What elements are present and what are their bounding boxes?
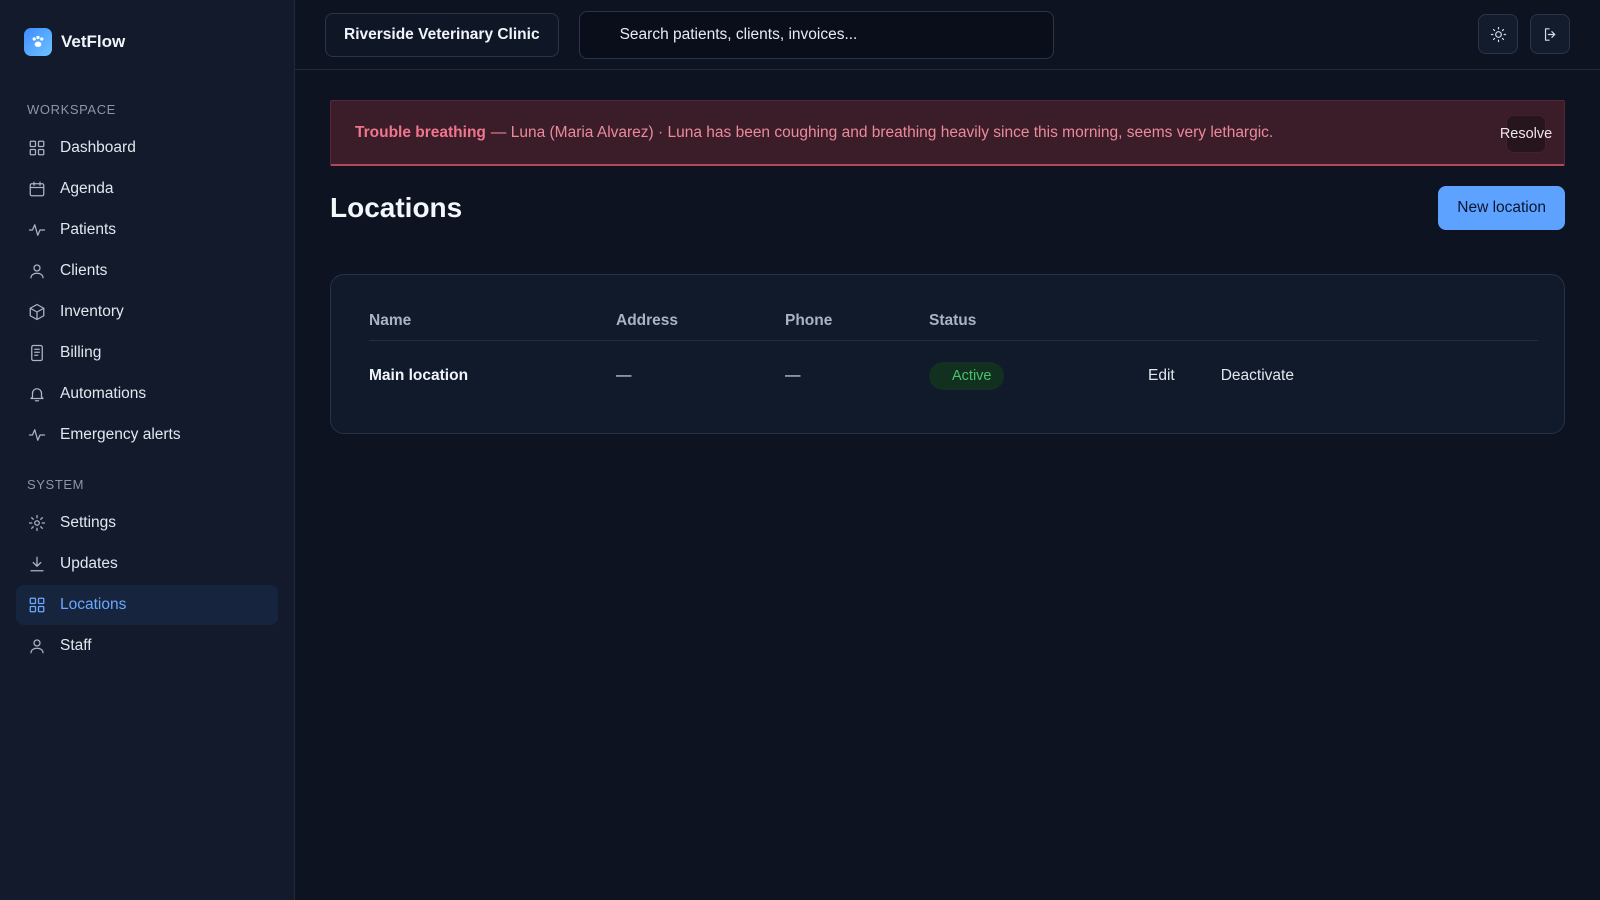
sidebar-item-label: Clients xyxy=(60,262,108,279)
sidebar-item-label: Inventory xyxy=(60,303,124,320)
locations-table-card: Name Address Phone Status Main location … xyxy=(330,274,1565,434)
sidebar-item-label: Automations xyxy=(60,385,147,402)
sidebar-item-staff[interactable]: Staff xyxy=(16,626,278,666)
main-area: Riverside Veterinary Clinic Trouble brea… xyxy=(295,0,1600,900)
sidebar-item-label: Staff xyxy=(60,637,92,654)
logout-icon xyxy=(1544,27,1555,41)
sidebar-item-patients[interactable]: Patients xyxy=(16,210,278,250)
clinic-switcher-button[interactable]: Riverside Veterinary Clinic xyxy=(325,12,559,57)
pulse-icon xyxy=(27,425,47,445)
resolve-button[interactable]: Resolve xyxy=(1500,115,1552,153)
page-title: Locations xyxy=(330,192,463,223)
app-shell: VetFlow WORKSPACE Dashboard Agenda Patie… xyxy=(0,0,1600,900)
receipt-icon xyxy=(27,343,47,363)
workspace-section-label: WORKSPACE xyxy=(27,102,116,117)
column-header-phone: Phone xyxy=(785,311,833,329)
alert-title: Trouble breathing xyxy=(355,123,486,141)
sidebar-item-label: Settings xyxy=(60,514,117,531)
pulse-icon xyxy=(27,220,47,240)
location-name: Main location xyxy=(369,367,469,384)
paw-logo-icon xyxy=(24,28,52,56)
sidebar-item-automations[interactable]: Automations xyxy=(16,374,278,414)
gear-icon xyxy=(27,513,47,533)
topbar: Riverside Veterinary Clinic xyxy=(295,0,1600,70)
status-cell: Active xyxy=(929,362,1148,390)
bell-icon xyxy=(27,384,47,404)
download-icon xyxy=(27,554,47,574)
logout-button[interactable] xyxy=(1530,14,1570,54)
box-icon xyxy=(27,302,47,322)
sun-icon xyxy=(1490,26,1506,42)
location-address: — xyxy=(616,367,632,384)
column-header-name: Name xyxy=(369,311,412,329)
edit-button[interactable]: Edit xyxy=(1148,367,1175,385)
user-icon xyxy=(27,636,47,656)
search-input[interactable] xyxy=(578,10,1054,59)
table-header: Name Address Phone Status xyxy=(369,301,1538,341)
deactivate-button[interactable]: Deactivate xyxy=(1221,367,1294,385)
sidebar-item-label: Billing xyxy=(60,344,102,361)
new-location-button[interactable]: New location xyxy=(1438,186,1565,230)
status-badge: Active xyxy=(929,362,1004,390)
top-actions xyxy=(1478,14,1570,54)
brand[interactable]: VetFlow xyxy=(16,0,278,84)
column-header-address: Address xyxy=(616,311,679,329)
row-actions: Edit Deactivate xyxy=(1148,367,1294,385)
sidebar-item-dashboard[interactable]: Dashboard xyxy=(16,128,278,168)
location-phone: — xyxy=(785,367,801,384)
column-header-status: Status xyxy=(929,311,977,329)
sidebar-item-locations[interactable]: Locations xyxy=(16,585,278,625)
system-section-label: SYSTEM xyxy=(27,477,85,492)
sidebar-item-clients[interactable]: Clients xyxy=(16,251,278,291)
calendar-icon xyxy=(27,179,47,199)
sidebar-item-label: Patients xyxy=(60,221,117,238)
sidebar: VetFlow WORKSPACE Dashboard Agenda Patie… xyxy=(0,0,295,900)
emergency-alert-banner: Trouble breathing — Luna (Maria Alvarez)… xyxy=(330,100,1565,166)
alert-text: — Luna (Maria Alvarez) · Luna has been c… xyxy=(490,123,1274,141)
sidebar-item-label: Agenda xyxy=(60,180,114,197)
sidebar-item-inventory[interactable]: Inventory xyxy=(16,292,278,332)
sidebar-item-label: Dashboard xyxy=(60,139,136,156)
sidebar-item-label: Updates xyxy=(60,555,118,572)
theme-toggle-button[interactable] xyxy=(1478,14,1518,54)
sidebar-item-billing[interactable]: Billing xyxy=(16,333,278,373)
grid-icon xyxy=(27,138,47,158)
sidebar-item-settings[interactable]: Settings xyxy=(16,503,278,543)
sidebar-item-label: Locations xyxy=(60,596,127,613)
sidebar-item-agenda[interactable]: Agenda xyxy=(16,169,278,209)
sidebar-item-label: Emergency alerts xyxy=(60,426,181,443)
brand-name: VetFlow xyxy=(61,32,126,51)
table-row: Main location — — Active Edit Deactivate xyxy=(369,341,1538,411)
content: Trouble breathing — Luna (Maria Alvarez)… xyxy=(295,70,1600,434)
grid-icon xyxy=(27,595,47,615)
sidebar-item-updates[interactable]: Updates xyxy=(16,544,278,584)
user-icon xyxy=(27,261,47,281)
sidebar-item-emergency-alerts[interactable]: Emergency alerts xyxy=(16,415,278,455)
page-header: Locations New location xyxy=(330,186,1565,230)
